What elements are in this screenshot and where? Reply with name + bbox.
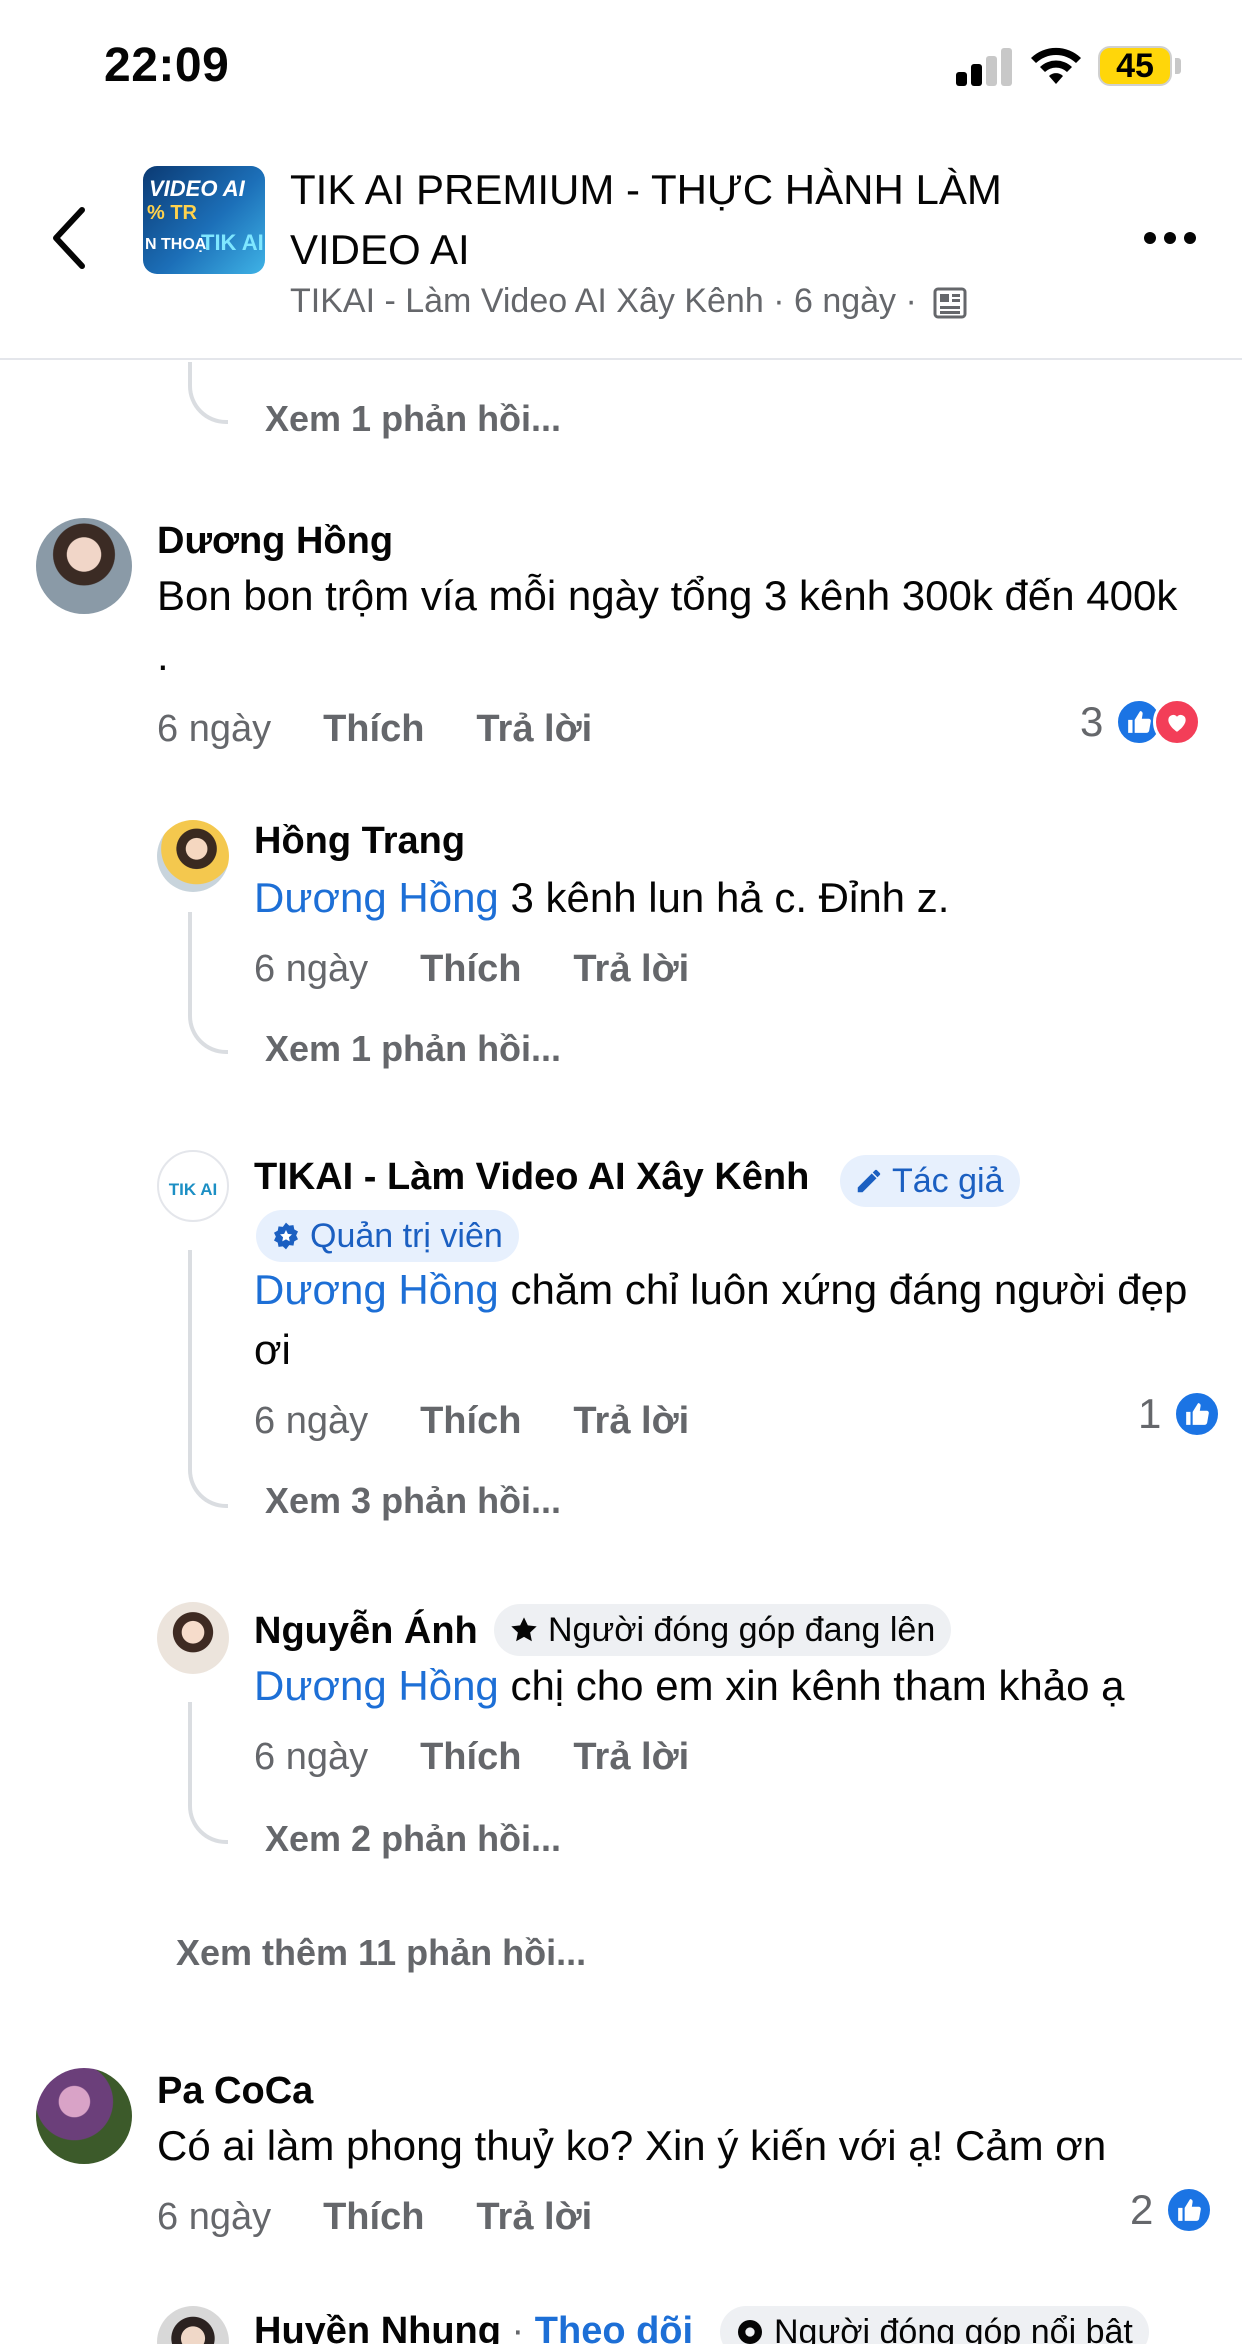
thread-line — [188, 1702, 192, 1796]
reply-author[interactable]: TIKAI - Làm Video AI Xây Kênh — [254, 1156, 809, 1199]
reply-button[interactable]: Trả lời — [573, 948, 689, 990]
admin-badge-label: Quản trị viên — [310, 1217, 503, 1255]
reply-author[interactable]: Nguyễn Ánh — [254, 1610, 478, 1653]
reply-actions: 6 ngày Thích Trả lời — [254, 1736, 689, 1779]
reply-button[interactable]: Trả lời — [476, 708, 592, 750]
reaction-summary[interactable]: 1 — [1138, 1390, 1222, 1438]
contributor-badge-label: Người đóng góp nổi bật — [774, 2313, 1133, 2344]
love-icon — [1153, 698, 1202, 746]
group-title[interactable]: TIK AI PREMIUM - THỰC HÀNH LÀM VIDEO AI — [290, 160, 1110, 280]
group-thumbnail[interactable]: VIDEO AI % TR N THOẠ TIK AI — [143, 166, 265, 274]
reply-actions: 6 ngày Thích Trả lời — [254, 948, 689, 991]
reaction-summary[interactable]: 3 — [1080, 698, 1202, 746]
avatar-logo-text: TIK AI — [168, 1180, 218, 1199]
reaction-count: 1 — [1138, 1390, 1162, 1437]
battery-tip — [1175, 58, 1181, 74]
star-icon — [511, 1617, 537, 1642]
contributor-badge: Người đóng góp đang lên — [494, 1604, 952, 1656]
view-replies-link[interactable]: Xem 3 phản hồi... — [265, 1480, 561, 1522]
reply-time: 6 ngày — [254, 948, 369, 990]
comment-text: Có ai làm phong thuỷ ko? Xin ý kiến với … — [157, 2122, 1107, 2169]
follow-link[interactable]: Theo dõi — [535, 2310, 693, 2344]
like-icon — [1173, 1390, 1222, 1438]
mention-link[interactable]: Dương Hồng — [254, 1662, 499, 1709]
view-replies-link[interactable]: Xem 2 phản hồi... — [265, 1818, 561, 1860]
status-time: 22:09 — [104, 39, 230, 92]
gear-badge-icon — [738, 2320, 762, 2344]
comment-author[interactable]: Pa CoCa — [157, 2070, 313, 2113]
admin-badge: Quản trị viên — [256, 1210, 519, 1262]
view-more-replies-link[interactable]: Xem thêm 11 phản hồi... — [176, 1932, 586, 1974]
like-button[interactable]: Thích — [420, 948, 521, 990]
reply-text: Dương Hồng 3 kênh lun hả c. Đỉnh z. — [254, 868, 1204, 928]
comment-text: Bon bon trộm vía mỗi ngày tổng 3 kênh 30… — [157, 572, 1178, 679]
status-bar: 22:09 45 — [0, 0, 1242, 130]
comment-actions: 6 ngày Thích Trả lời — [157, 2196, 592, 2239]
like-button[interactable]: Thích — [420, 1736, 521, 1778]
back-chevron-icon[interactable] — [40, 196, 100, 280]
avatar[interactable] — [157, 820, 229, 892]
avatar[interactable]: TIK AI — [157, 1150, 229, 1222]
thumb-text-3: N THOẠ — [145, 236, 207, 253]
avatar[interactable] — [36, 518, 132, 614]
reply-text: Dương Hồng chị cho em xin kênh tham khảo… — [254, 1656, 1214, 1716]
pencil-icon — [857, 1169, 881, 1193]
reply-actions: 6 ngày Thích Trả lời — [254, 1400, 689, 1443]
group-header: VIDEO AI % TR N THOẠ TIK AI TIK AI PREMI… — [0, 130, 1242, 360]
like-button[interactable]: Thích — [420, 1400, 521, 1442]
contributor-badge: Người đóng góp nổi bật — [720, 2306, 1149, 2344]
mention-link[interactable]: Dương Hồng — [254, 1266, 499, 1313]
avatar[interactable] — [36, 2068, 132, 2164]
reaction-count: 2 — [1130, 2186, 1154, 2233]
comment-time: 6 ngày — [157, 2196, 272, 2238]
photo-album-icon — [933, 287, 967, 319]
comment-time: 6 ngày — [157, 708, 272, 750]
like-icon — [1165, 2186, 1214, 2234]
post-meta: TIKAI - Làm Video AI Xây Kênh · 6 ngày · — [290, 282, 968, 321]
battery-level: 45 — [1116, 47, 1154, 85]
author-badge-label: Tác giả — [892, 1162, 1004, 1200]
avatar[interactable] — [157, 1602, 229, 1674]
post-meta-text: TIKAI - Làm Video AI Xây Kênh · 6 ngày · — [290, 282, 917, 320]
thread-line — [188, 1250, 192, 1460]
avatar[interactable] — [157, 2306, 229, 2344]
reaction-count: 3 — [1080, 698, 1104, 745]
reply-button[interactable]: Trả lời — [476, 2196, 592, 2238]
more-dots-icon[interactable] — [1140, 218, 1200, 258]
thumb-text-4: TIK AI — [201, 230, 264, 255]
thread-connector — [188, 1000, 228, 1054]
wifi-icon — [1031, 47, 1081, 84]
reaction-summary[interactable]: 2 — [1130, 2186, 1214, 2234]
battery-icon: 45 — [1098, 46, 1172, 86]
reply-author[interactable]: Hồng Trang — [254, 820, 465, 863]
reply-author: Huyền Nhung · Theo dõi — [254, 2310, 693, 2344]
thumb-text-1: VIDEO AI — [149, 176, 245, 201]
view-replies-link[interactable]: Xem 1 phản hồi... — [265, 1028, 561, 1070]
thread-line — [188, 912, 192, 1002]
thread-connector — [188, 1792, 228, 1844]
name-separator: · — [500, 2310, 535, 2344]
like-button[interactable]: Thích — [323, 708, 424, 750]
reply-time: 6 ngày — [254, 1400, 369, 1442]
reply-button[interactable]: Trả lời — [573, 1736, 689, 1778]
thumb-text-2: % TR — [147, 202, 197, 224]
admin-shield-icon — [274, 1222, 298, 1250]
comment-actions: 6 ngày Thích Trả lời — [157, 708, 592, 751]
reply-time: 6 ngày — [254, 1736, 369, 1778]
thread-connector — [188, 362, 228, 424]
reply-author-name[interactable]: Huyền Nhung — [254, 2310, 501, 2344]
reply-body: 3 kênh lun hả c. Đỉnh z. — [498, 874, 950, 921]
reply-body: chị cho em xin kênh tham khảo ạ — [498, 1662, 1125, 1709]
signal-icon — [956, 48, 1014, 86]
view-replies-link[interactable]: Xem 1 phản hồi... — [265, 398, 561, 440]
mention-link[interactable]: Dương Hồng — [254, 874, 499, 921]
contributor-badge-label: Người đóng góp đang lên — [548, 1611, 936, 1649]
thread-connector — [188, 1456, 228, 1508]
author-badge: Tác giả — [840, 1155, 1020, 1207]
like-button[interactable]: Thích — [323, 2196, 424, 2238]
reply-text: Dương Hồng chăm chỉ luôn xứng đáng người… — [254, 1260, 1204, 1380]
comment-author[interactable]: Dương Hồng — [157, 520, 393, 563]
reply-button[interactable]: Trả lời — [573, 1400, 689, 1442]
